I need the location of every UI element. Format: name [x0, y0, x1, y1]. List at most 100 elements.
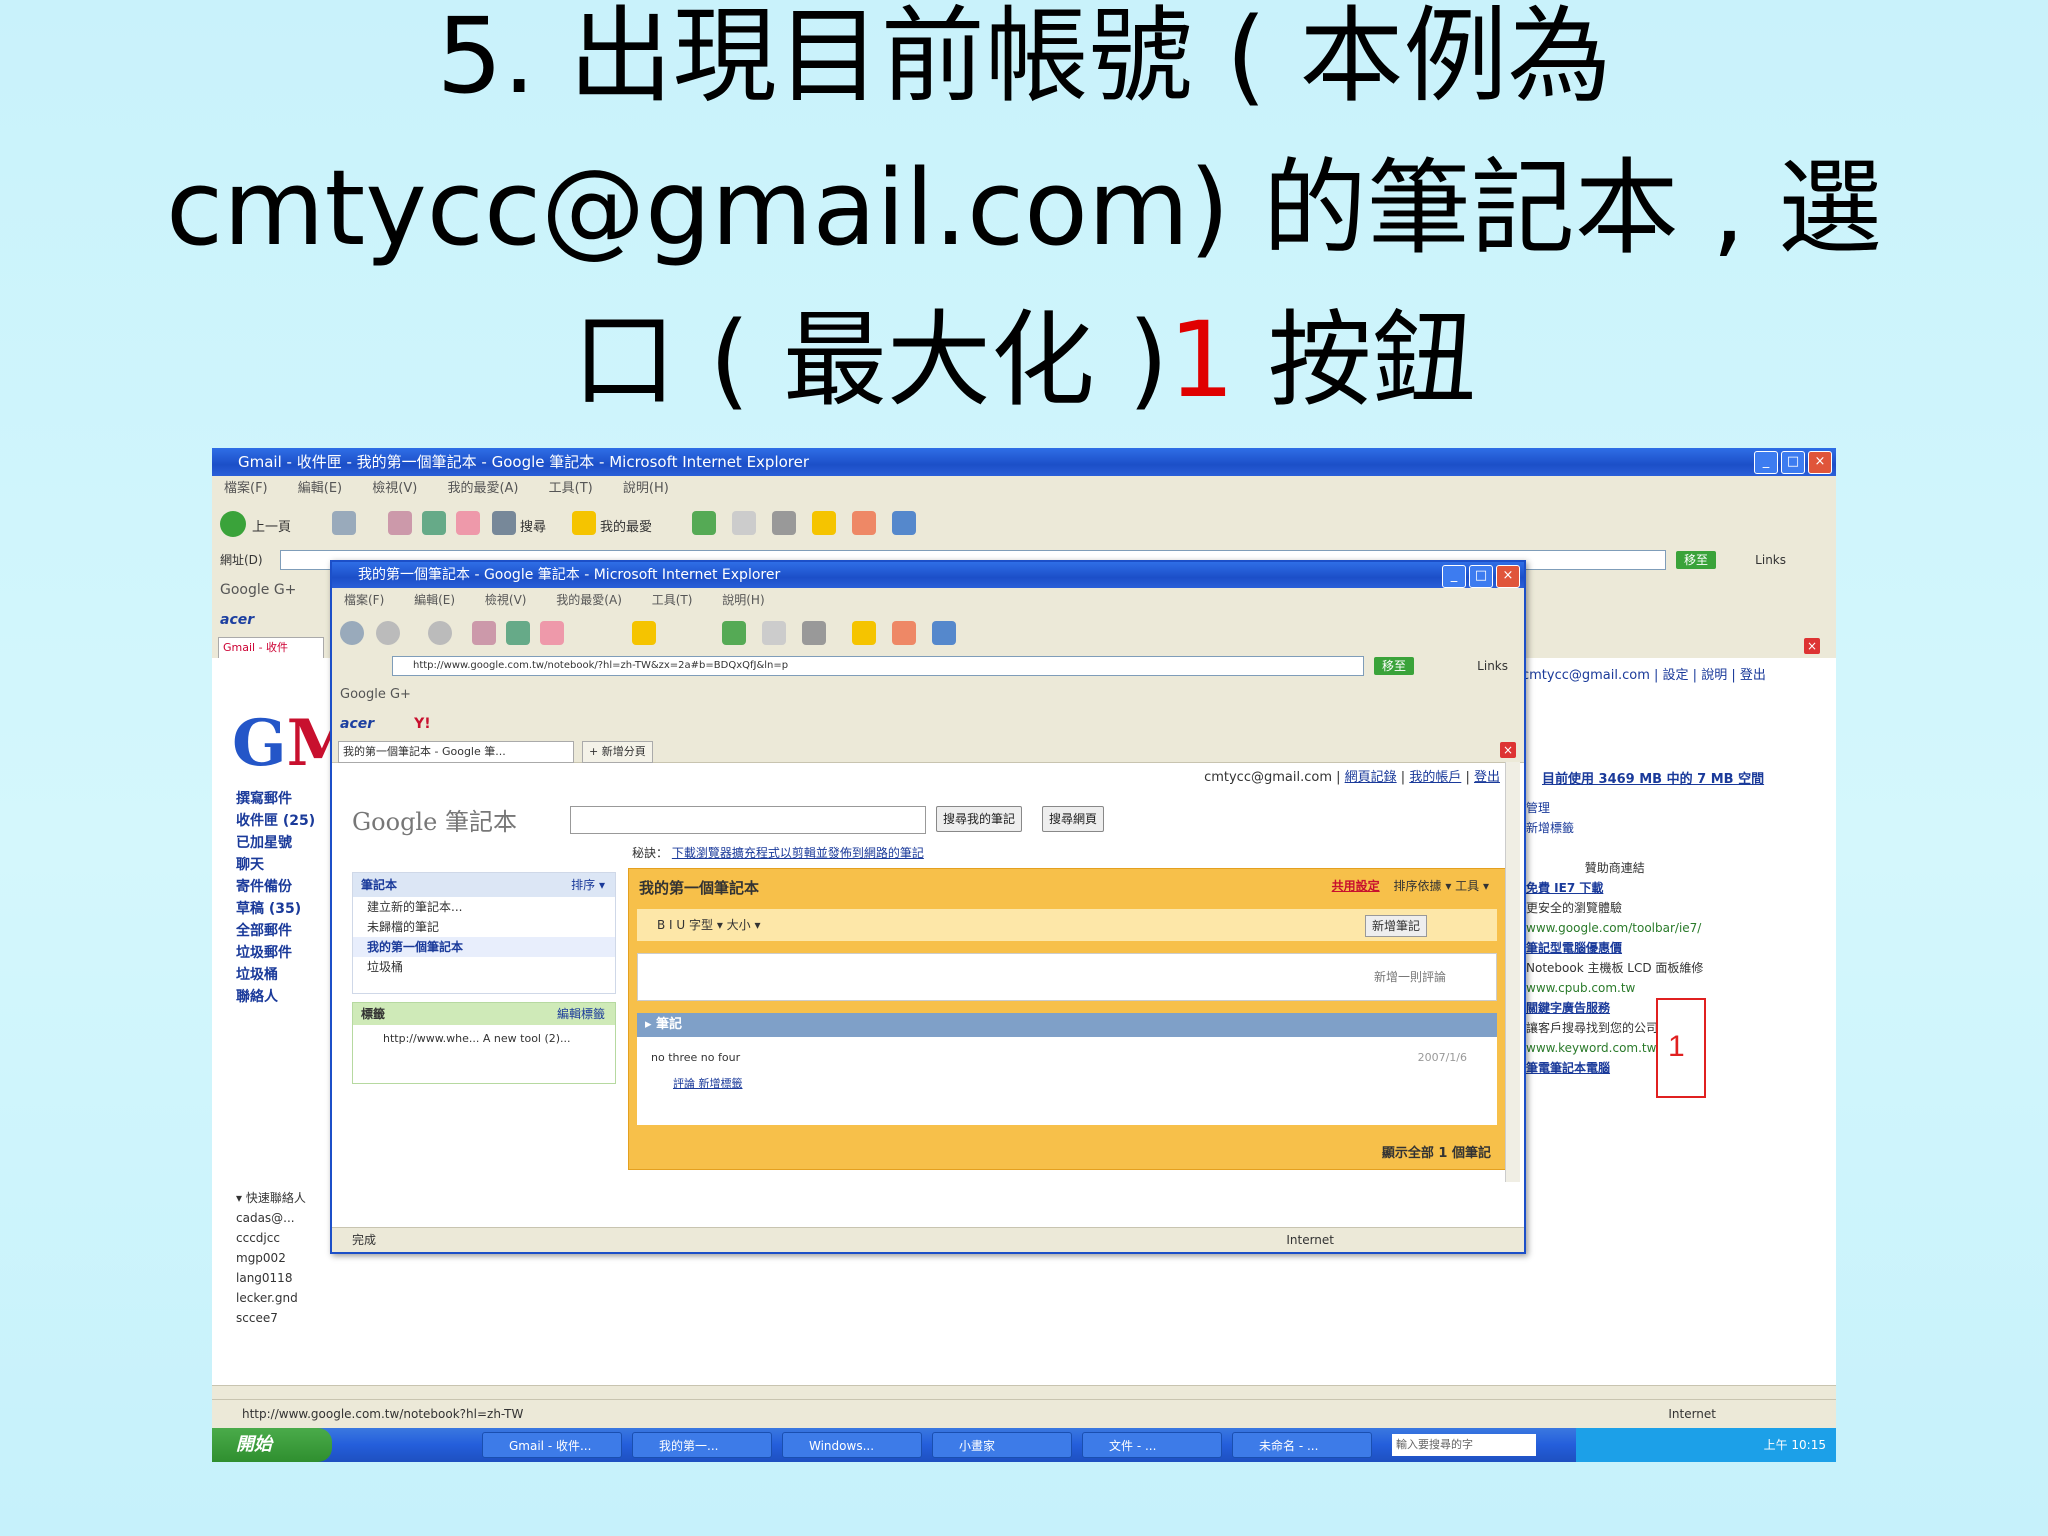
close-tab-icon[interactable]: × [1804, 638, 1820, 654]
notebook-item-trash[interactable]: 垃圾桶 [353, 957, 615, 977]
folder-icon[interactable] [812, 511, 836, 535]
gmail-nav-sent[interactable]: 寄件備份 [236, 876, 315, 898]
taskbar-button[interactable]: 文件 - ... [1082, 1432, 1222, 1458]
ad-title[interactable]: 筆記型電腦優惠價 [1526, 938, 1703, 958]
menu-file[interactable]: 檔案(F) [224, 481, 268, 496]
home-icon[interactable] [506, 621, 530, 645]
notebook-item-unfiled[interactable]: 未歸檔的筆記 [353, 917, 615, 937]
taskbar-search-input[interactable]: 輸入要搜尋的字 [1392, 1434, 1536, 1456]
go-button[interactable]: 移至 [1676, 551, 1716, 569]
menu-tools[interactable]: 工具(T) [652, 593, 693, 607]
contact-item[interactable]: sccee7 [236, 1308, 306, 1328]
menu-help[interactable]: 說明(H) [722, 593, 764, 607]
gmail-nav-inbox[interactable]: 收件匣 (25) [236, 810, 315, 832]
ad-title[interactable]: 免費 IE7 下載 [1526, 878, 1703, 898]
stop-icon[interactable] [428, 621, 452, 645]
taskbar-button[interactable]: Gmail - 收件... [482, 1432, 622, 1458]
gmail-nav-contacts[interactable]: 聯絡人 [236, 986, 315, 1008]
contact-item[interactable]: lang0118 [236, 1268, 306, 1288]
menu-file[interactable]: 檔案(F) [344, 593, 384, 607]
contact-item[interactable]: cadas@... [236, 1208, 306, 1228]
ad-url[interactable]: www.cpub.com.tw [1526, 978, 1703, 998]
contact-item[interactable]: mgp002 [236, 1248, 306, 1268]
favorites-star-icon[interactable] [632, 621, 656, 645]
taskbar-button[interactable]: 小畫家 [932, 1432, 1072, 1458]
note-editor[interactable]: 新增一則評論 [637, 953, 1497, 1001]
history-icon[interactable] [692, 511, 716, 535]
messenger-icon[interactable] [852, 511, 876, 535]
back-arrow-icon[interactable] [220, 511, 246, 537]
notes-section-header[interactable]: ▸ 筆記 [637, 1013, 1497, 1037]
storage-used[interactable]: 目前使用 3469 MB 中的 7 MB 空間 [1542, 768, 1764, 787]
note-actions[interactable]: 評論 新增標籤 [673, 1075, 743, 1091]
my-account-link[interactable]: 我的帳戶 [1409, 770, 1461, 785]
tab-gmail[interactable]: Gmail - 收件 [218, 637, 324, 659]
gmail-nav-spam[interactable]: 垃圾郵件 [236, 942, 315, 964]
close-button[interactable]: × [1808, 451, 1832, 474]
contact-item[interactable]: lecker.gnd [236, 1288, 306, 1308]
notebook-search-input[interactable] [570, 806, 926, 834]
web-history-link[interactable]: 網頁記錄 [1345, 770, 1397, 785]
search-icon[interactable] [540, 621, 564, 645]
manage-link[interactable]: 管理 [1526, 798, 1574, 818]
gmail-nav-trash[interactable]: 垃圾桶 [236, 964, 315, 986]
gmail-nav-chat[interactable]: 聊天 [236, 854, 315, 876]
menu-view[interactable]: 檢視(V) [372, 481, 417, 496]
go-button[interactable]: 移至 [1374, 657, 1414, 675]
links-label[interactable]: Links [1477, 652, 1508, 680]
notebook-address-input[interactable]: http://www.google.com.tw/notebook/?hl=zh… [392, 656, 1364, 676]
edit-labels-link[interactable]: 編輯標籤 [557, 1003, 605, 1025]
menu-favorites[interactable]: 我的最愛(A) [556, 593, 622, 607]
vertical-scrollbar[interactable] [1505, 762, 1520, 1182]
search-icon[interactable] [492, 511, 516, 535]
yahoo-logo[interactable]: Y! [414, 716, 431, 732]
start-button[interactable]: 開始 [212, 1428, 332, 1462]
horizontal-scrollbar[interactable] [212, 1385, 1836, 1400]
gmail-nav-compose[interactable]: 撰寫郵件 [236, 788, 315, 810]
share-settings-link[interactable]: 共用設定 [1332, 879, 1380, 893]
new-tab-button[interactable]: + 新增分頁 [582, 741, 653, 763]
note-title[interactable]: no three no four [651, 1051, 740, 1064]
add-note-button[interactable]: 新增筆記 [1364, 915, 1427, 937]
refresh-icon[interactable] [422, 511, 446, 535]
home-icon[interactable] [456, 511, 480, 535]
menu-favorites[interactable]: 我的最愛(A) [447, 481, 518, 496]
menu-edit[interactable]: 編輯(E) [298, 481, 342, 496]
favorites-star-icon[interactable] [572, 511, 596, 535]
notebook-close-button[interactable]: × [1496, 565, 1520, 588]
print-icon[interactable] [772, 511, 796, 535]
clock[interactable]: 上午 10:15 [1764, 1438, 1826, 1452]
taskbar-button[interactable]: Windows... [782, 1432, 922, 1458]
new-label-link[interactable]: 新增標籤 [1526, 818, 1574, 838]
notebook-minimize-button[interactable]: _ [1442, 565, 1466, 588]
formatting-buttons[interactable]: B I U 字型 ▾ 大小 ▾ [657, 918, 761, 932]
notebook-item-first[interactable]: 我的第一個筆記本 [353, 937, 615, 957]
contacts-header[interactable]: ▾ 快速聯絡人 [236, 1188, 306, 1208]
tip-link[interactable]: 下載瀏覽器擴充程式以剪輯並發佈到網路的筆記 [672, 846, 924, 860]
back-arrow-icon[interactable] [340, 621, 364, 645]
minimize-button[interactable]: _ [1754, 451, 1778, 474]
gmail-nav-drafts[interactable]: 草稿 (35) [236, 898, 315, 920]
notebook-maximize-button[interactable]: □ [1469, 565, 1493, 588]
menu-help[interactable]: 說明(H) [623, 481, 669, 496]
google-toolbar-label[interactable]: Google G+ [220, 582, 296, 598]
sort-tools-menu[interactable]: 排序依據 ▾ 工具 ▾ [1394, 879, 1490, 893]
menu-edit[interactable]: 編輯(E) [414, 593, 455, 607]
stop-icon[interactable] [388, 511, 412, 535]
folder-icon[interactable] [852, 621, 876, 645]
search-web-button[interactable]: 搜尋網頁 [1042, 806, 1105, 832]
links-label[interactable]: Links [1755, 546, 1786, 574]
menu-view[interactable]: 檢視(V) [485, 593, 527, 607]
network-icon[interactable] [892, 511, 916, 535]
taskbar-button[interactable]: 未命名 - ... [1232, 1432, 1372, 1458]
gmail-nav-starred[interactable]: 已加星號 [236, 832, 315, 854]
maximize-button[interactable]: □ [1781, 451, 1805, 474]
back-label[interactable]: 上一頁 [252, 516, 291, 535]
gmail-nav-all[interactable]: 全部郵件 [236, 920, 315, 942]
favorites-label[interactable]: 我的最愛 [600, 516, 652, 535]
history-icon[interactable] [722, 621, 746, 645]
tab-notebook[interactable]: 我的第一個筆記本 - Google 筆... [338, 741, 574, 763]
search-notes-button[interactable]: 搜尋我的筆記 [936, 806, 1023, 832]
network-icon[interactable] [932, 621, 956, 645]
forward-arrow-icon[interactable] [376, 621, 400, 645]
